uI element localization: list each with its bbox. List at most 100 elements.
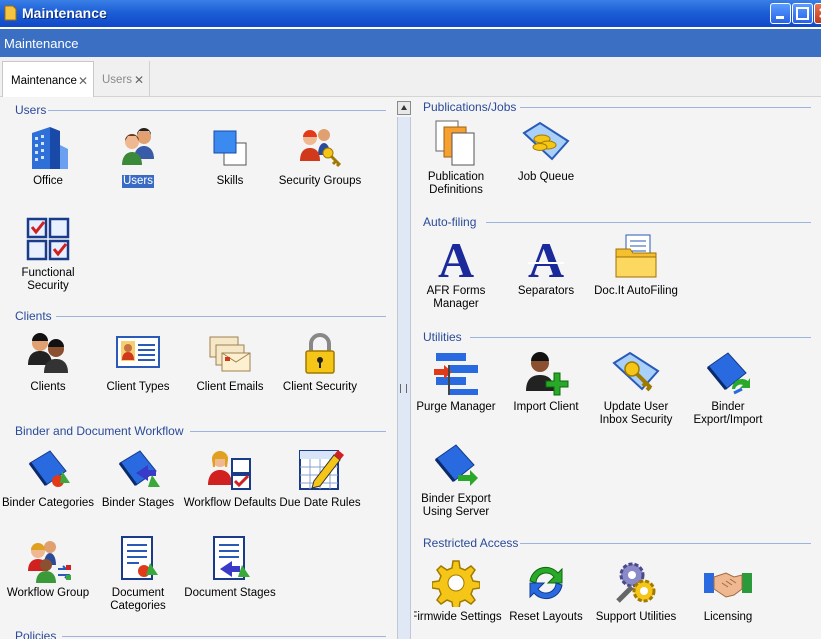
import-client-item[interactable]: Import Client <box>498 349 594 414</box>
folder-autofiling-icon <box>615 234 657 278</box>
inbox-security-key-icon <box>612 351 660 392</box>
document-stages-item[interactable]: Document Stages <box>182 535 278 600</box>
item-label: Purge Manager <box>416 401 496 413</box>
padlock-icon <box>305 333 335 374</box>
office-building-icon <box>32 127 68 169</box>
page-title: Maintenance <box>4 36 79 51</box>
tab-strip: Maintenance ✕ Users ✕ <box>0 57 821 97</box>
separators-item[interactable]: A Separators <box>498 233 594 298</box>
security-groups-icon <box>300 129 342 168</box>
workflow-group-item[interactable]: Workflow Group <box>0 535 96 600</box>
client-emails-icon <box>209 336 251 372</box>
document-categories-item[interactable]: Document Categories <box>90 535 186 613</box>
splitter-grip-icon[interactable] <box>400 384 407 393</box>
splitter-track[interactable] <box>397 117 411 639</box>
clients-icon <box>28 333 68 373</box>
publication-definitions-icon <box>435 120 475 166</box>
section-divider <box>48 110 386 111</box>
gear-icon <box>432 560 480 607</box>
page-header: Maintenance <box>0 29 821 57</box>
section-divider <box>520 543 811 544</box>
item-label: Workflow Group <box>6 587 90 599</box>
purge-manager-icon <box>434 353 478 395</box>
section-divider <box>486 222 811 223</box>
item-label: Security Groups <box>278 175 362 187</box>
purge-manager-item[interactable]: Purge Manager <box>414 349 504 414</box>
section-title-utilities: Utilities <box>423 330 462 344</box>
item-label: Due Date Rules <box>279 497 361 509</box>
section-divider <box>190 431 386 432</box>
workflow-defaults-icon <box>208 451 251 490</box>
licensing-item[interactable]: Licensing <box>680 559 776 624</box>
item-label: Firmwide Settings <box>414 611 502 623</box>
scroll-up-arrow-icon[interactable] <box>397 101 411 115</box>
import-client-icon <box>526 352 569 396</box>
tab-label: Maintenance <box>11 75 77 87</box>
tab-close-icon[interactable]: ✕ <box>134 73 144 87</box>
item-label: AFR Forms Manager <box>426 285 486 310</box>
document-categories-icon <box>121 536 158 580</box>
update-user-inbox-security-item[interactable]: Update User Inbox Security <box>588 349 684 427</box>
clients-item[interactable]: Clients <box>0 329 96 394</box>
item-label: Import Client <box>513 401 579 413</box>
security-groups-item[interactable]: Security Groups <box>272 123 368 188</box>
maximize-button[interactable] <box>792 3 813 24</box>
functional-security-item[interactable]: Functional Security <box>0 215 96 293</box>
skills-item[interactable]: Skills <box>182 123 278 188</box>
firmwide-settings-item[interactable]: Firmwide Settings <box>414 559 504 624</box>
tab-close-icon[interactable]: ✕ <box>78 74 88 88</box>
minimize-button[interactable] <box>770 3 791 24</box>
binder-export-import-item[interactable]: Binder Export/Import <box>680 349 776 427</box>
right-panel: Publications/Jobs Publication Definition… <box>414 97 821 639</box>
panel-splitter[interactable] <box>395 97 414 639</box>
item-label: Binder Stages <box>101 497 175 509</box>
client-emails-item[interactable]: Client Emails <box>182 329 278 394</box>
client-security-item[interactable]: Client Security <box>272 329 368 394</box>
reset-layouts-item[interactable]: Reset Layouts <box>498 559 594 624</box>
item-label: Doc.It AutoFiling <box>594 285 678 297</box>
item-label: Separators <box>517 285 575 297</box>
tab-users[interactable]: Users ✕ <box>94 61 150 97</box>
workflow-group-icon <box>28 541 71 583</box>
section-divider <box>62 636 386 637</box>
tab-maintenance[interactable]: Maintenance ✕ <box>2 61 94 97</box>
binder-categories-item[interactable]: Binder Categories <box>0 445 96 510</box>
section-title-binder-workflow: Binder and Document Workflow <box>15 424 184 438</box>
tab-label: Users <box>102 74 133 86</box>
binder-stages-item[interactable]: Binder Stages <box>90 445 186 510</box>
binder-export-using-server-item[interactable]: Binder Export Using Server <box>414 441 504 519</box>
close-window-button[interactable] <box>814 3 821 24</box>
skills-icon <box>213 130 247 166</box>
client-types-icon <box>116 336 160 368</box>
calendar-pencil-icon <box>299 450 344 490</box>
workflow-defaults-item[interactable]: Workflow Defaults <box>182 445 278 510</box>
due-date-rules-item[interactable]: Due Date Rules <box>272 445 368 510</box>
job-queue-icon <box>522 121 570 161</box>
client-types-item[interactable]: Client Types <box>90 329 186 394</box>
maximize-icon <box>796 7 809 20</box>
users-item[interactable]: Users <box>90 123 186 188</box>
svg-text:A: A <box>528 233 564 281</box>
section-title-restricted-access: Restricted Access <box>423 536 519 550</box>
item-label: Job Queue <box>517 171 575 183</box>
doc-it-autofiling-item[interactable]: Doc.It AutoFiling <box>588 233 684 298</box>
publication-definitions-item[interactable]: Publication Definitions <box>414 119 504 197</box>
functional-security-icon <box>26 217 70 261</box>
item-label: Document Stages <box>184 587 276 599</box>
section-divider <box>56 316 386 317</box>
job-queue-item[interactable]: Job Queue <box>498 119 594 184</box>
section-title-policies: Policies <box>15 629 57 639</box>
item-label: Client Types <box>106 381 170 393</box>
section-title-clients: Clients <box>15 309 52 323</box>
office-item[interactable]: Office <box>0 123 96 188</box>
separators-letter-a-icon: A <box>528 233 564 281</box>
afr-forms-manager-item[interactable]: A AFR Forms Manager <box>414 233 504 311</box>
item-label: Binder Export/Import <box>693 401 763 426</box>
section-divider <box>520 107 811 108</box>
section-divider <box>470 337 811 338</box>
app-document-icon <box>4 5 17 21</box>
item-label: Workflow Defaults <box>183 497 277 509</box>
afr-letter-a-icon: A <box>438 233 474 281</box>
support-utilities-item[interactable]: Support Utilities <box>588 559 684 624</box>
window-title: Maintenance <box>22 5 107 21</box>
